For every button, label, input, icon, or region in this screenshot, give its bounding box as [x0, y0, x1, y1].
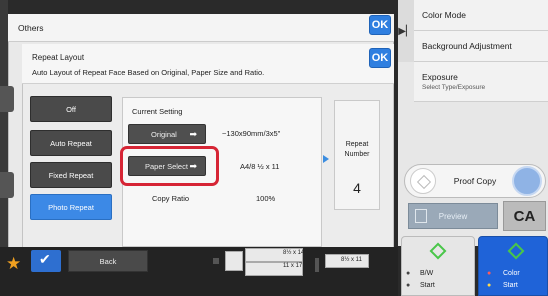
color-start-line2: Start — [503, 282, 518, 289]
background-adjustment-item[interactable]: Background Adjustment — [414, 31, 548, 62]
bw-dot-2: ● — [406, 282, 411, 289]
exposure-item[interactable]: Exposure Select Type/Exposure — [414, 62, 548, 102]
others-ok-button[interactable]: OK — [369, 15, 391, 35]
repeat-layout-header — [22, 44, 394, 84]
exposure-label: Exposure — [422, 72, 458, 82]
right-arrow-icon: ➡ — [189, 129, 197, 139]
exposure-sub-label: Select Type/Exposure — [422, 84, 486, 91]
color-start-button[interactable]: ● Color ● Start — [478, 236, 548, 296]
repeat-number-label: Repeat Number — [344, 141, 370, 158]
bw-dot: ● — [406, 270, 411, 277]
paper-select-value: A4/8 ½ x 11 — [240, 162, 280, 171]
panel-expand-icon[interactable]: ▶▏ — [398, 0, 414, 62]
background-adjustment-label: Background Adjustment — [422, 41, 512, 51]
bw-start-button[interactable]: ● B/W ● Start — [401, 236, 475, 296]
back-button[interactable]: Back — [68, 250, 148, 272]
paper-tray-status[interactable]: 8½ x 14 11 x 17 8½ x 11 — [205, 248, 375, 296]
left-tab-handle-2[interactable] — [0, 172, 14, 198]
tray-slot — [225, 251, 243, 271]
check-icon: ✔ — [39, 251, 51, 267]
play-arrow-icon — [323, 155, 329, 163]
others-dialog-header — [8, 14, 394, 42]
others-ok-label: OK — [371, 19, 389, 31]
paper-size-1: 8½ x 14 — [283, 250, 305, 256]
proof-copy-toggle[interactable] — [512, 166, 542, 196]
color-start-line1: Color — [503, 270, 520, 277]
paper-size-3: 8½ x 11 — [341, 257, 362, 263]
preview-label: Preview — [438, 211, 468, 221]
copy-ratio-label: Copy Ratio — [152, 194, 190, 203]
mode-fixed-repeat-label: Fixed Repeat — [48, 170, 94, 180]
bw-start-line1: B/W — [420, 270, 434, 277]
repeat-layout-ok-label: OK — [371, 52, 389, 64]
tray-divider — [315, 258, 319, 272]
repeat-number-value: 4 — [353, 180, 361, 196]
preview-button[interactable]: Preview — [408, 203, 498, 229]
left-tab-handle[interactable] — [0, 86, 14, 112]
color-dot: ● — [487, 270, 492, 277]
proof-copy-icon — [410, 168, 436, 194]
start-icon — [507, 242, 525, 260]
bw-start-line2: Start — [420, 282, 435, 289]
clear-all-label: CA — [513, 207, 536, 225]
clear-all-button[interactable]: CA — [503, 201, 546, 231]
back-label: Back — [99, 256, 117, 266]
original-value: ~130x90mm/3x5" — [222, 129, 281, 138]
others-dialog-title: Others — [18, 23, 44, 33]
color-dot-2: ● — [487, 282, 492, 289]
mode-off-label: Off — [66, 104, 76, 114]
tray-icon — [213, 258, 219, 264]
mode-off-button[interactable]: Off — [30, 96, 112, 122]
color-mode-label: Color Mode — [422, 10, 466, 20]
star-icon[interactable]: ★ — [6, 254, 21, 274]
mode-photo-repeat-button[interactable]: Photo Repeat — [30, 194, 112, 220]
mode-auto-repeat-button[interactable]: Auto Repeat — [30, 130, 112, 156]
repeat-layout-description: Auto Layout of Repeat Face Based on Orig… — [32, 68, 265, 77]
copy-ratio-value: 100% — [256, 194, 276, 203]
original-label: Original — [151, 129, 177, 139]
mode-auto-repeat-label: Auto Repeat — [50, 138, 92, 148]
paper-select-highlight — [120, 146, 219, 186]
color-mode-item[interactable]: Color Mode — [414, 0, 548, 31]
mode-photo-repeat-label: Photo Repeat — [48, 202, 94, 212]
current-setting-title: Current Setting — [132, 107, 183, 116]
preview-icon — [415, 209, 427, 223]
original-button[interactable]: Original ➡ — [128, 124, 206, 144]
proof-copy-label: Proof Copy — [453, 176, 497, 186]
repeat-layout-ok-button[interactable]: OK — [369, 48, 391, 68]
mode-fixed-repeat-button[interactable]: Fixed Repeat — [30, 162, 112, 188]
repeat-layout-title: Repeat Layout — [32, 53, 85, 62]
paper-size-2: 11 x 17 — [283, 263, 303, 269]
start-icon — [429, 242, 447, 260]
